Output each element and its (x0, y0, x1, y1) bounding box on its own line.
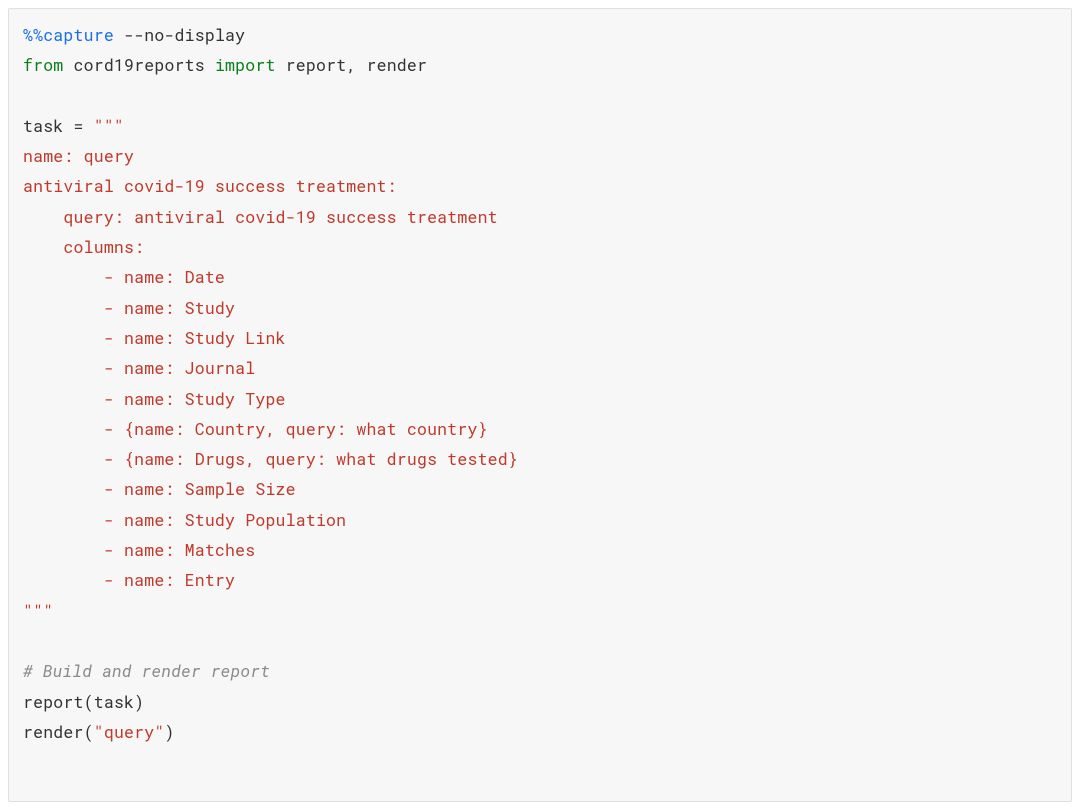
code-line-assign: task = """ (23, 112, 1057, 142)
yaml-line: - name: Study Type (23, 385, 1057, 415)
blank-line (23, 627, 1057, 657)
yaml-line: - name: Study Population (23, 506, 1057, 536)
code-line-magic: %%capture --no-display (23, 21, 1057, 51)
import-module: cord19reports (63, 55, 215, 76)
paren-close: ) (134, 692, 144, 713)
paren-close: ) (164, 722, 174, 743)
code-line-call: render("query") (23, 718, 1057, 748)
string-open: """ (84, 116, 124, 137)
yaml-line: - {name: Country, query: what country} (23, 415, 1057, 445)
yaml-line: - name: Journal (23, 354, 1057, 384)
fn-name: render (23, 722, 84, 743)
comment-line: # Build and render report (23, 657, 1057, 687)
yaml-line: - name: Matches (23, 536, 1057, 566)
code-line-import: from cord19reports import report, render (23, 51, 1057, 81)
paren-open: ( (84, 722, 94, 743)
fn-arg: "query" (94, 722, 165, 743)
code-cell[interactable]: %%capture --no-displayfrom cord19reports… (8, 8, 1072, 802)
yaml-line: - name: Study (23, 294, 1057, 324)
yaml-line: - name: Entry (23, 566, 1057, 596)
yaml-line: columns: (23, 233, 1057, 263)
yaml-line: - name: Sample Size (23, 475, 1057, 505)
string-close: """ (23, 597, 1057, 627)
yaml-line: - {name: Drugs, query: what drugs tested… (23, 445, 1057, 475)
yaml-line: query: antiviral covid-19 success treatm… (23, 203, 1057, 233)
yaml-line: name: query (23, 142, 1057, 172)
kw-from: from (23, 55, 63, 76)
yaml-line: antiviral covid-19 success treatment: (23, 172, 1057, 202)
assign-op: = (74, 116, 84, 137)
magic-arg: --no-display (114, 25, 245, 46)
code-line-call: report(task) (23, 688, 1057, 718)
blank-line (23, 82, 1057, 112)
kw-import: import (215, 55, 276, 76)
import-names: report, render (276, 55, 428, 76)
yaml-line: - name: Date (23, 263, 1057, 293)
fn-name: report (23, 692, 84, 713)
yaml-line: - name: Study Link (23, 324, 1057, 354)
fn-arg: task (94, 692, 134, 713)
magic-command: %%capture (23, 25, 114, 46)
paren-open: ( (84, 692, 94, 713)
assign-lhs: task (23, 116, 74, 137)
